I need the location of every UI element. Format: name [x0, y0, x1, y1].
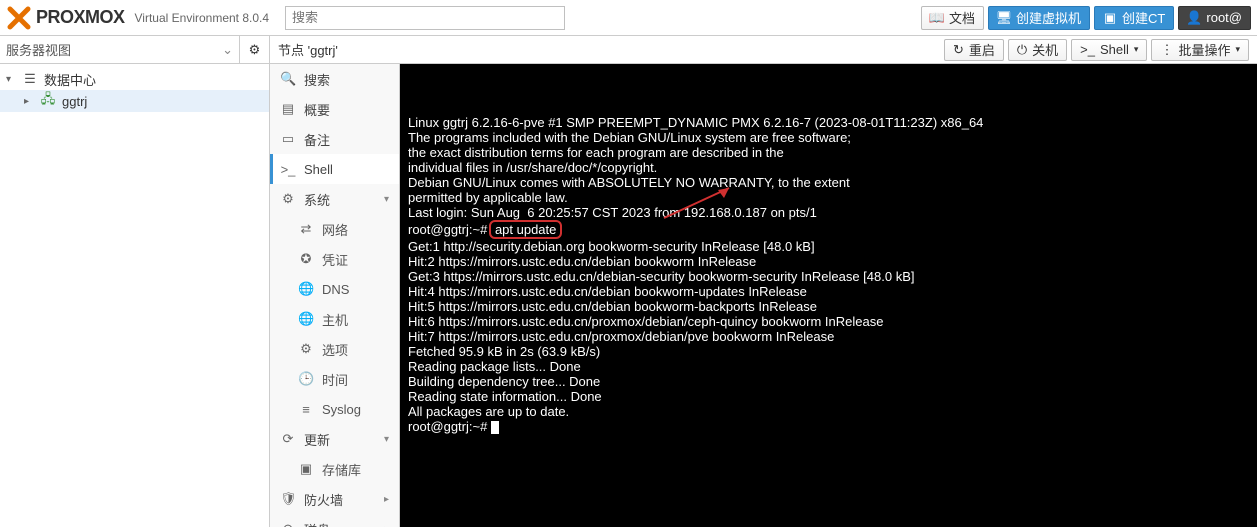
power-icon: ⏻ [1017, 42, 1027, 58]
chevron-down-icon: ▾ [384, 194, 389, 205]
create-vm-button[interactable]: 🖥 创建虚拟机 [988, 6, 1090, 30]
menu-hosts[interactable]: 🌐主机 [270, 304, 399, 334]
expand-icon: ▸ [24, 96, 34, 107]
box-icon: ▣ [298, 461, 314, 477]
menu-options[interactable]: ⚙选项 [270, 334, 399, 364]
clock-icon: 🕒 [298, 371, 314, 387]
menu-certs[interactable]: ✪凭证 [270, 244, 399, 274]
menu-search[interactable]: 🔍搜索 [270, 64, 399, 94]
view-selector[interactable]: 服务器视图 ⌄ [0, 36, 239, 64]
gear-icon: ⚙ [249, 42, 261, 58]
server-icon: ☰ [22, 71, 38, 87]
shell-dropdown-button[interactable]: >_Shell▾ [1071, 39, 1147, 61]
chevron-down-icon: ▾ [1134, 44, 1139, 55]
list-icon: ≡ [298, 402, 314, 417]
shell-terminal[interactable]: Linux ggtrj 6.2.16-6-pve #1 SMP PREEMPT_… [400, 64, 1257, 527]
menu-firewall[interactable]: 🛡防火墙▸ [270, 484, 399, 514]
menu-shell[interactable]: >_Shell [270, 154, 399, 184]
tree-datacenter[interactable]: ▾ ☰ 数据中心 [0, 68, 269, 90]
collapse-icon: ▾ [6, 74, 16, 85]
shield-icon: 🛡 [280, 491, 296, 507]
gears-icon: ⚙ [280, 191, 296, 207]
menu-dns[interactable]: 🌐DNS [270, 274, 399, 304]
settings-button[interactable]: ⚙ [239, 36, 269, 64]
terminal-icon: >_ [280, 162, 296, 177]
bulk-actions-button[interactable]: ⋮批量操作▾ [1151, 39, 1249, 61]
docs-button[interactable]: 📖 文档 [921, 6, 984, 30]
chevron-down-icon: ▾ [1235, 44, 1240, 55]
reload-icon: ↻ [953, 42, 964, 58]
list-icon: ⋮ [1160, 42, 1173, 58]
user-icon: 👤 [1187, 11, 1201, 25]
reboot-button[interactable]: ↻重启 [944, 39, 1004, 61]
globe-icon: 🌐 [298, 281, 314, 297]
book-icon: ▤ [280, 101, 296, 117]
cube-icon: ▣ [1103, 11, 1117, 25]
create-ct-button[interactable]: ▣ 创建CT [1094, 6, 1174, 30]
menu-disks[interactable]: ⊙磁盘▸ [270, 514, 399, 527]
menu-repos[interactable]: ▣存储库 [270, 454, 399, 484]
user-button[interactable]: 👤 root@ [1178, 6, 1251, 30]
disk-icon: ⊙ [280, 521, 296, 527]
node-title: 节点 'ggtrj' [278, 40, 940, 59]
global-search-input[interactable] [285, 6, 565, 30]
menu-updates[interactable]: ⟳更新▾ [270, 424, 399, 454]
logo: PROXMOX Virtual Environment 8.0.4 [6, 5, 269, 31]
node-toolbar: 节点 'ggtrj' ↻重启 ⏻关机 >_Shell▾ ⋮批量操作▾ [270, 36, 1257, 64]
brand-text: PROXMOX [36, 7, 125, 28]
resource-tree: ▾ ☰ 数据中心 ▸ 🖧 ggtrj [0, 64, 269, 116]
create-ct-label: 创建CT [1122, 8, 1165, 27]
chevron-right-icon: ▸ [384, 524, 389, 527]
chevron-down-icon: ▾ [384, 434, 389, 445]
top-header: PROXMOX Virtual Environment 8.0.4 📖 文档 🖥… [0, 0, 1257, 36]
node-menu: 🔍搜索 ▤概要 ▭备注 >_Shell ⚙系统▾ ⇄网络 ✪凭证 🌐DNS 🌐主… [270, 64, 400, 527]
tree-node-ggtrj[interactable]: ▸ 🖧 ggtrj [0, 90, 269, 112]
network-icon: ⇄ [298, 221, 314, 237]
create-vm-label: 创建虚拟机 [1016, 8, 1081, 27]
menu-time[interactable]: 🕒时间 [270, 364, 399, 394]
menu-syslog[interactable]: ≡Syslog [270, 394, 399, 424]
search-icon: 🔍 [280, 71, 296, 87]
tree-root-label: 数据中心 [44, 70, 96, 89]
proxmox-icon [6, 5, 32, 31]
refresh-icon: ⟳ [280, 431, 296, 447]
menu-summary[interactable]: ▤概要 [270, 94, 399, 124]
shutdown-button[interactable]: ⏻关机 [1008, 39, 1067, 61]
chevron-right-icon: ▸ [384, 494, 389, 505]
terminal-icon: >_ [1080, 42, 1095, 57]
host-icon: 🌐 [298, 311, 314, 327]
chevron-down-icon: ⌄ [222, 42, 233, 58]
gear-icon: ⚙ [298, 341, 314, 357]
monitor-icon: 🖥 [997, 11, 1011, 25]
menu-network[interactable]: ⇄网络 [270, 214, 399, 244]
user-label: root@ [1206, 10, 1242, 25]
docs-label: 文档 [949, 8, 975, 27]
menu-system[interactable]: ⚙系统▾ [270, 184, 399, 214]
cert-icon: ✪ [298, 251, 314, 267]
note-icon: ▭ [280, 131, 296, 147]
book-icon: 📖 [930, 11, 944, 25]
ve-label: Virtual Environment 8.0.4 [135, 11, 270, 25]
tree-node-label: ggtrj [62, 94, 87, 109]
menu-notes[interactable]: ▭备注 [270, 124, 399, 154]
view-label: 服务器视图 [6, 40, 222, 59]
node-icon: 🖧 [40, 90, 56, 112]
left-pane: 服务器视图 ⌄ ⚙ ▾ ☰ 数据中心 ▸ 🖧 ggtrj [0, 36, 270, 527]
